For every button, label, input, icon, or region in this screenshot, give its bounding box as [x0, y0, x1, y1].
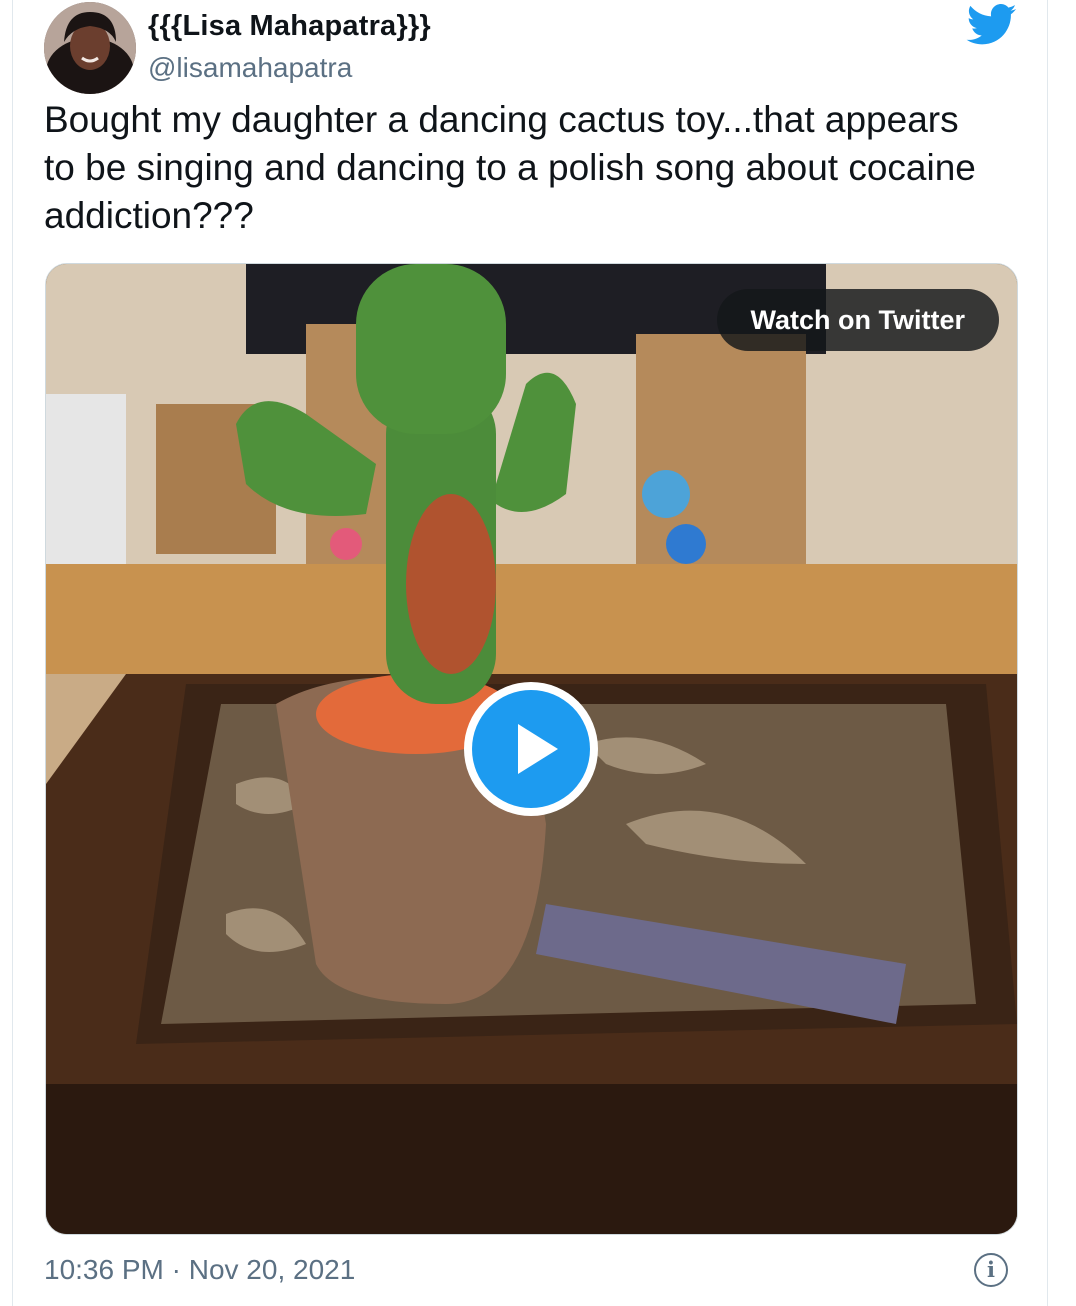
play-icon	[518, 724, 558, 774]
author-avatar[interactable]	[44, 2, 136, 94]
author-handle[interactable]: @lisamahapatra	[148, 52, 352, 84]
video-player[interactable]: Watch on Twitter	[45, 263, 1018, 1235]
twitter-bird-icon[interactable]	[966, 4, 1018, 46]
watch-on-twitter-button[interactable]: Watch on Twitter	[716, 289, 999, 351]
tweet-timestamp[interactable]: 10:36 PM · Nov 20, 2021	[44, 1254, 355, 1286]
author-display-name[interactable]: {{{Lisa Mahapatra}}}	[148, 10, 431, 43]
avatar-image	[44, 2, 136, 94]
info-icon[interactable]: i	[974, 1253, 1008, 1287]
tweet-text: Bought my daughter a dancing cactus toy.…	[44, 99, 976, 236]
play-button[interactable]	[464, 682, 598, 816]
